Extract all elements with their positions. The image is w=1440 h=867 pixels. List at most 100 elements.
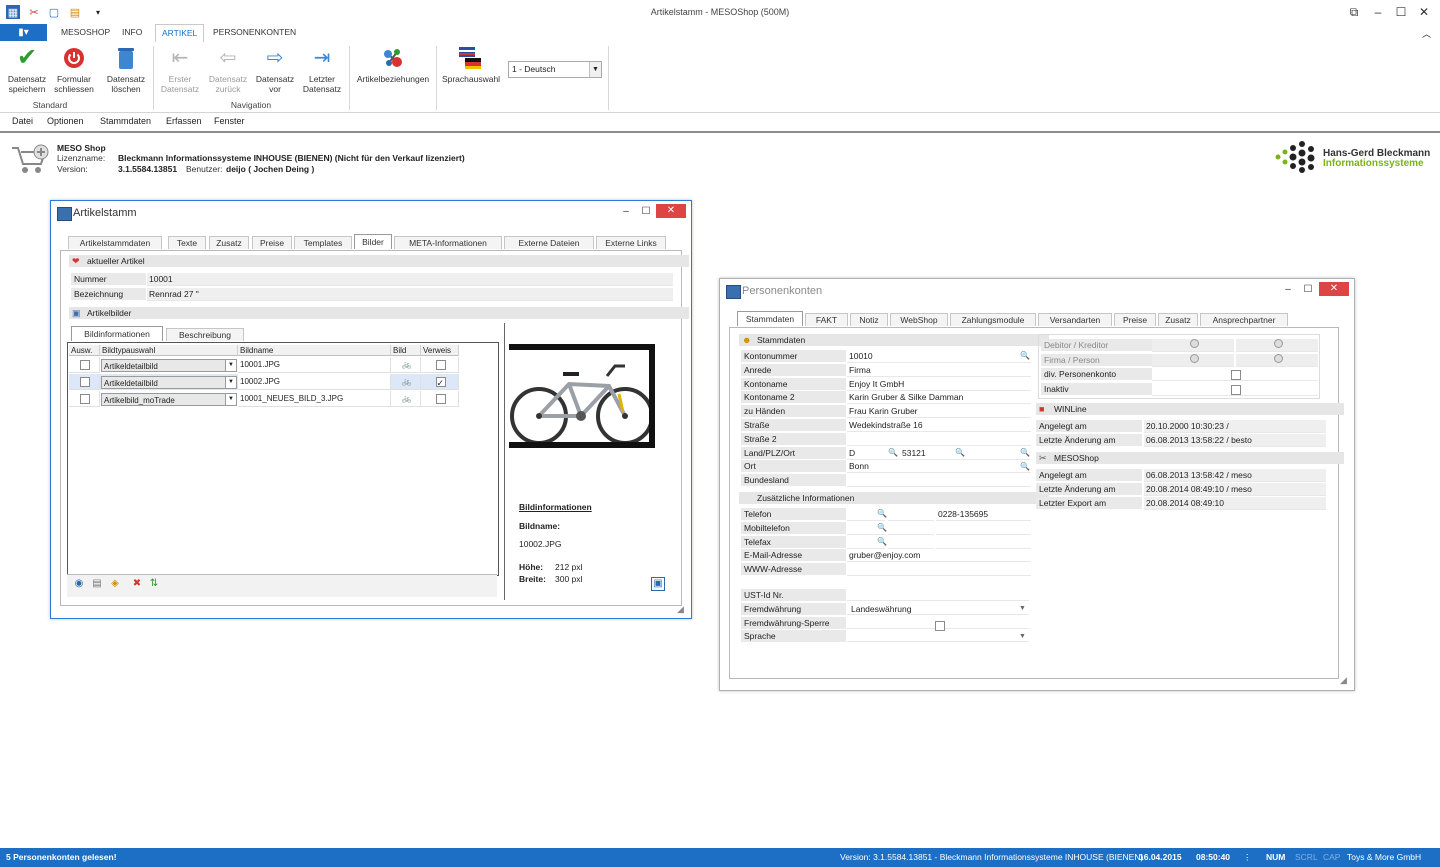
chevron-down-icon[interactable]: ▼ xyxy=(225,394,236,405)
close-form-button[interactable]: Formular schliessen xyxy=(52,46,96,94)
tab-mesoshop[interactable]: MESOSHOP xyxy=(61,27,110,37)
account-type-option[interactable] xyxy=(1152,354,1234,367)
sort-order-icon[interactable]: ⇅ xyxy=(148,578,160,590)
maximize-button[interactable]: ☐ xyxy=(1390,4,1412,20)
verweis-checkbox[interactable] xyxy=(435,393,446,404)
menu-stammdaten[interactable]: Stammdaten xyxy=(100,116,151,126)
minimize-button[interactable]: – xyxy=(1279,283,1297,297)
contact-value[interactable]: gruber@enjoy.com xyxy=(847,549,1031,562)
verweis-checkbox[interactable] xyxy=(435,375,446,391)
tab-fakt[interactable]: FAKT xyxy=(805,313,848,326)
chevron-down-icon[interactable]: ▼ xyxy=(1019,605,1026,612)
save-image-icon[interactable]: ▣ xyxy=(651,577,665,591)
search-icon[interactable]: 🔍 xyxy=(877,523,887,532)
tab-personenkonten[interactable]: PERSONENKONTEN xyxy=(213,27,296,37)
bicycle-thumbnail-icon[interactable]: 🚲 xyxy=(391,374,421,390)
row-checkbox[interactable] xyxy=(80,359,90,370)
resize-grip-icon[interactable]: ◢ xyxy=(1340,675,1347,686)
minimize-button[interactable]: – xyxy=(1367,4,1389,20)
table-row-select[interactable] xyxy=(69,357,100,373)
minimize-button[interactable]: – xyxy=(617,205,635,219)
bicycle-thumbnail-icon[interactable]: 🚲 xyxy=(391,357,421,373)
tab-versandarten[interactable]: Versandarten xyxy=(1038,313,1112,326)
table-row-select[interactable] xyxy=(69,391,100,407)
tab-webshop[interactable]: WebShop xyxy=(890,313,948,326)
contact-value[interactable]: 0228-135695 xyxy=(936,508,1031,521)
radio-button[interactable] xyxy=(1273,339,1283,348)
currency-lock-checkbox[interactable] xyxy=(935,621,945,631)
row-checkbox[interactable] xyxy=(80,376,90,387)
file-menu-button[interactable]: ▮▾ xyxy=(0,24,47,41)
col-header-ausw[interactable]: Ausw. xyxy=(69,345,100,356)
resize-grip-icon[interactable]: ◢ xyxy=(677,604,684,615)
close-button[interactable]: ✕ xyxy=(1413,4,1435,20)
tab-bildinformationen[interactable]: Bildinformationen xyxy=(71,326,163,341)
language-dropdown[interactable]: 1 - Deutsch ▼ xyxy=(508,61,602,78)
bicycle-thumbnail-icon[interactable]: 🚲 xyxy=(391,391,421,407)
tab-bilder[interactable]: Bilder xyxy=(354,234,392,249)
article-relations-button[interactable]: Artikelbeziehungen xyxy=(354,46,432,84)
account-type-option[interactable] xyxy=(1236,339,1318,352)
search-icon[interactable]: 🔍 xyxy=(877,537,887,546)
account-type-option[interactable] xyxy=(1236,354,1318,367)
extra-value[interactable] xyxy=(847,589,1029,601)
menu-datei[interactable]: Datei xyxy=(12,116,33,126)
table-row-select[interactable] xyxy=(69,374,100,390)
account-flag-option[interactable] xyxy=(1152,368,1318,381)
bildname-cell[interactable]: 10001.JPG xyxy=(238,357,391,373)
field-value[interactable]: Bonn xyxy=(847,460,1031,473)
last-record-button[interactable]: ⇥ Letzter Datensatz xyxy=(300,46,344,94)
field-value[interactable]: Frau Karin Gruber xyxy=(847,405,1031,418)
add-image-icon[interactable]: ◉ xyxy=(73,578,85,590)
bildtyp-combo[interactable]: Artikeldetailbild ▼ xyxy=(101,359,237,372)
account-flag-option[interactable] xyxy=(1152,383,1318,396)
bildname-cell[interactable]: 10002.JPG xyxy=(238,374,391,390)
contact-area[interactable] xyxy=(888,508,934,521)
next-record-button[interactable]: ⇨ Datensatz vor xyxy=(253,46,297,94)
panel-splitter[interactable] xyxy=(504,323,505,600)
col-header-bild[interactable]: Bild xyxy=(391,345,421,356)
account-flag-checkbox[interactable] xyxy=(1231,384,1241,395)
image-link-icon[interactable]: ◈ xyxy=(109,578,121,590)
contact-area[interactable] xyxy=(888,522,934,535)
save-record-button[interactable]: ✔ Datensatz speichern xyxy=(4,46,50,95)
bildname-cell[interactable]: 10001_NEUES_BILD_3.JPG xyxy=(238,391,391,407)
verweis-cell[interactable] xyxy=(421,374,459,391)
extra-value[interactable] xyxy=(847,630,1029,642)
contact-area[interactable] xyxy=(888,536,934,549)
col-header-bildtyp[interactable]: Bildtypauswahl xyxy=(100,345,238,356)
edit-image-icon[interactable]: ▤ xyxy=(91,578,103,590)
tab-notiz[interactable]: Notiz xyxy=(850,313,888,326)
tab-externe-links[interactable]: Externe Links xyxy=(596,236,666,249)
delete-image-icon[interactable]: ✖ xyxy=(131,578,143,590)
close-button[interactable]: ✕ xyxy=(1319,282,1349,296)
tab-zahlungsmodule[interactable]: Zahlungsmodule xyxy=(950,313,1036,326)
chevron-down-icon[interactable]: ▼ xyxy=(225,377,236,388)
tab-artikel[interactable]: ARTIKEL xyxy=(155,24,205,43)
tab-templates[interactable]: Templates xyxy=(294,236,352,249)
field-value[interactable]: Wedekindstraße 16 xyxy=(847,419,1031,432)
maximize-button[interactable]: ☐ xyxy=(637,205,655,219)
radio-button[interactable] xyxy=(1273,354,1283,363)
row-checkbox[interactable] xyxy=(80,393,90,404)
verweis-cell[interactable] xyxy=(421,391,459,407)
extra-value[interactable]: Landeswährung xyxy=(847,603,1029,615)
tab-externe-dateien[interactable]: Externe Dateien xyxy=(504,236,594,249)
first-record-button[interactable]: ⇤ Erster Datensatz xyxy=(158,46,202,94)
tab-artikelstammdaten[interactable]: Artikelstammdaten xyxy=(68,236,162,249)
chevron-down-icon[interactable]: ▼ xyxy=(1019,633,1026,640)
tab-meta-informationen[interactable]: META-Informationen xyxy=(394,236,502,249)
contact-value[interactable] xyxy=(936,522,1031,535)
contact-value[interactable] xyxy=(936,536,1031,549)
contact-value[interactable] xyxy=(847,563,1031,576)
tab-preise[interactable]: Preise xyxy=(252,236,292,249)
verweis-cell[interactable] xyxy=(421,357,459,373)
field-value[interactable]: Enjoy It GmbH xyxy=(847,378,1031,391)
verweis-checkbox[interactable] xyxy=(435,359,446,370)
radio-button[interactable] xyxy=(1189,354,1199,363)
field-value[interactable] xyxy=(847,474,1031,487)
chevron-down-icon[interactable]: ▼ xyxy=(589,62,601,77)
chevron-down-icon[interactable]: ▼ xyxy=(225,360,236,371)
tab-zusatz[interactable]: Zusatz xyxy=(1158,313,1198,326)
bildtyp-combo[interactable]: Artikeldetailbild ▼ xyxy=(101,376,237,389)
